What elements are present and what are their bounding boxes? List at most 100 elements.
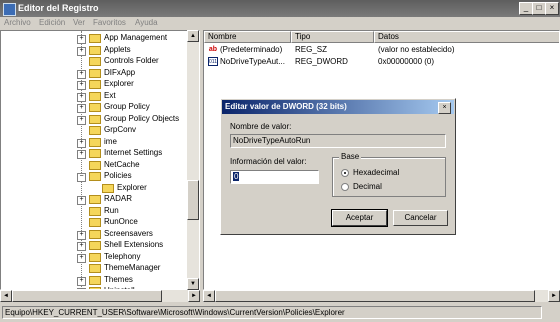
tree-expander-icon[interactable]: + — [77, 46, 86, 56]
tree-vertical-scrollbar[interactable]: ▲ ▼ — [187, 30, 199, 290]
registry-tree[interactable]: + App Management + Applets Controls Folder + D… — [0, 30, 200, 290]
dialog-title: Editar valor de DWORD (32 bits) — [225, 102, 347, 111]
value-data-text: 0 — [233, 172, 240, 181]
list-scroll-left-button[interactable]: ◄ — [203, 290, 215, 302]
folder-icon — [89, 195, 101, 204]
dialog-close-button[interactable]: × — [438, 102, 451, 114]
tree-horizontal-scrollbar[interactable]: ◄ ► — [0, 290, 200, 302]
tree-item-label: Group Policy — [104, 102, 150, 111]
decimal-label[interactable]: Decimal — [353, 182, 382, 191]
folder-icon — [89, 126, 101, 135]
dialog-title-bar[interactable]: Editar valor de DWORD (32 bits) × — [222, 100, 454, 114]
folder-icon — [89, 91, 101, 101]
menu-favoritos[interactable]: Favoritos — [93, 18, 126, 27]
tree-expander-icon[interactable]: + — [77, 35, 86, 44]
tree-item-label: Explorer — [104, 79, 134, 88]
tree-item-label: NetCache — [104, 159, 140, 169]
ok-button[interactable]: Aceptar — [331, 209, 388, 227]
value-data-input[interactable]: 0 — [230, 170, 319, 184]
tree-expander-icon[interactable]: + — [77, 150, 86, 159]
menu-ver[interactable]: Ver — [73, 18, 85, 27]
status-path: Equipo\HKEY_CURRENT_USER\Software\Micros… — [2, 306, 542, 319]
close-button[interactable]: × — [545, 2, 559, 15]
tree-expander-icon[interactable]: + — [77, 104, 86, 113]
tree-item-label: RADAR — [104, 194, 133, 203]
tree-item-label: Telephony — [104, 251, 141, 261]
tree-scroll-right-button[interactable]: ► — [188, 290, 200, 302]
folder-icon — [89, 229, 101, 239]
column-header-tipo[interactable]: Tipo — [291, 31, 374, 43]
tree-item-label: Explorer — [117, 182, 147, 192]
folder-icon — [89, 275, 101, 285]
maximize-button[interactable]: □ — [532, 2, 546, 15]
scroll-up-button[interactable]: ▲ — [187, 30, 199, 42]
tree-expander-icon[interactable]: + — [77, 69, 86, 79]
tree-item-label: ime — [104, 136, 117, 146]
tree-hscroll-thumb[interactable] — [12, 290, 162, 302]
tree-item-label: Ext — [104, 90, 116, 100]
tree-expander-icon[interactable]: + — [77, 115, 86, 125]
column-header-nombre[interactable]: Nombre — [204, 31, 291, 43]
folder-icon — [89, 114, 101, 124]
tree-expander-icon[interactable]: + — [77, 81, 86, 90]
decimal-radio[interactable] — [341, 183, 349, 191]
value-name: NoDriveTypeAut... — [220, 57, 285, 66]
edit-dword-dialog[interactable]: Editar valor de DWORD (32 bits) × Nombre… — [220, 98, 456, 235]
tree-scroll-left-button[interactable]: ◄ — [0, 290, 12, 302]
tree-expander-icon[interactable]: + — [77, 276, 86, 286]
folder-icon — [89, 80, 101, 89]
folder-icon — [89, 160, 101, 170]
tree-expander-icon[interactable]: + — [77, 196, 86, 205]
folder-icon — [89, 103, 101, 112]
tree-item-label: RunOnce — [104, 217, 138, 226]
tree-item-label: Screensavers — [104, 228, 153, 238]
cancel-button[interactable]: Cancelar — [393, 210, 448, 226]
dword-value-icon: 011 — [208, 57, 218, 66]
tree-expander-icon[interactable]: + — [77, 230, 86, 240]
folder-icon — [89, 68, 101, 78]
tree-scroll-thumb[interactable] — [187, 180, 199, 220]
scroll-down-button[interactable]: ▼ — [187, 278, 199, 290]
title-bar[interactable]: Editor del Registro _ □ × — [0, 0, 560, 17]
tree-item-label: Internet Settings — [104, 148, 163, 157]
list-horizontal-scrollbar[interactable]: ◄ ► — [203, 290, 560, 302]
value-name-field: NoDriveTypeAutoRun — [230, 134, 446, 148]
tree-item-label: Themes — [104, 274, 133, 284]
folder-icon — [89, 252, 101, 262]
menu-bar: Archivo Edición Ver Favoritos Ayuda — [0, 17, 560, 30]
tree-expander-icon[interactable]: + — [77, 253, 86, 263]
hexadecimal-radio[interactable] — [341, 169, 349, 177]
folder-icon — [89, 34, 101, 43]
value-name: (Predeterminado) — [220, 45, 283, 54]
folder-icon — [89, 172, 101, 181]
regedit-app-icon — [3, 3, 16, 16]
tree-item-label: Controls Folder — [104, 56, 159, 65]
folder-icon — [89, 57, 101, 66]
column-header-datos[interactable]: Datos — [374, 31, 559, 43]
folder-icon — [89, 206, 101, 216]
menu-ayuda[interactable]: Ayuda — [135, 18, 158, 27]
tree-item-label: ThemeManager — [104, 263, 161, 272]
tree-item-label: Shell Extensions — [104, 240, 164, 249]
status-bar: Equipo\HKEY_CURRENT_USER\Software\Micros… — [0, 304, 560, 322]
value-data: (valor no establecido) — [378, 45, 455, 54]
tree-expander-icon[interactable]: + — [77, 242, 86, 251]
list-scroll-right-button[interactable]: ► — [548, 290, 560, 302]
tree-item-label: Applets — [104, 44, 131, 54]
minimize-button[interactable]: _ — [519, 2, 533, 15]
value-type: REG_SZ — [295, 45, 328, 54]
tree-item-label: Policies — [104, 171, 132, 180]
tree-expander-icon[interactable]: − — [77, 173, 86, 182]
tree-item-label: DIFxApp — [104, 67, 136, 77]
value-data: 0x00000000 (0) — [378, 57, 435, 66]
folder-icon — [89, 45, 101, 55]
menu-edicion[interactable]: Edición — [39, 18, 65, 27]
tree-expander-icon[interactable]: + — [77, 138, 86, 148]
hexadecimal-label[interactable]: Hexadecimal — [353, 168, 399, 177]
string-value-icon: ab — [208, 46, 218, 53]
list-hscroll-thumb[interactable] — [215, 290, 535, 302]
menu-archivo[interactable]: Archivo — [4, 18, 31, 27]
value-name-label: Nombre de valor: — [230, 122, 292, 131]
tree-expander-icon[interactable]: + — [77, 92, 86, 102]
folder-icon — [89, 241, 101, 250]
